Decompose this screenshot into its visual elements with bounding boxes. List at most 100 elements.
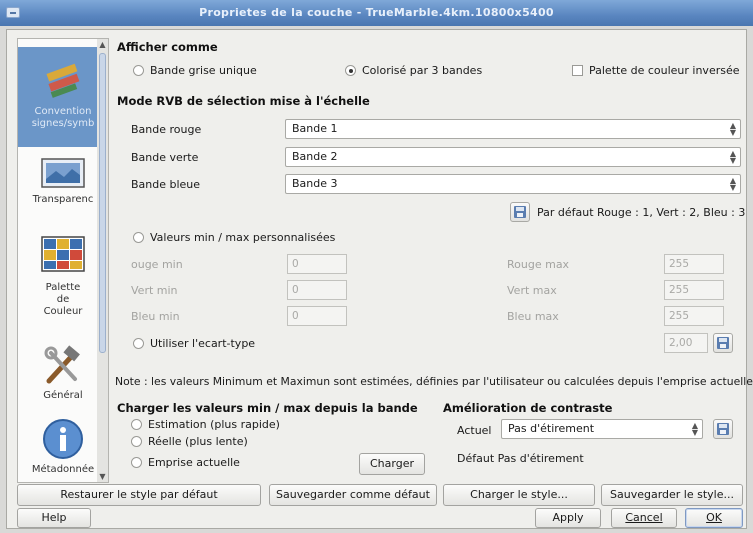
info-icon (43, 419, 83, 459)
invert-palette-checkbox[interactable]: Palette de couleur inversée (572, 64, 740, 77)
green-band-select[interactable]: Bande 2 ▲ ▼ (285, 147, 741, 167)
cancel-button[interactable]: Cancel (611, 508, 677, 528)
load-minmax-heading: Charger les valeurs min / max depuis la … (117, 401, 418, 415)
radio-indicator[interactable] (131, 436, 142, 447)
sidebar-scrollbar[interactable]: ▲ ▼ (97, 38, 109, 483)
green-max-field[interactable]: 255 (664, 280, 724, 300)
radio-label: Colorisé par 3 bandes (362, 64, 483, 77)
colormap-icon (41, 236, 85, 272)
radio-estimate[interactable]: Estimation (plus rapide) (131, 418, 280, 431)
red-min-field[interactable]: 0 (287, 254, 347, 274)
contrast-heading: Amélioration de contraste (443, 401, 613, 415)
radio-actual[interactable]: Réelle (plus lente) (131, 435, 248, 448)
radio-label: Réelle (plus lente) (148, 435, 248, 448)
red-max-field[interactable]: 255 (664, 254, 724, 274)
blue-max-field[interactable]: 255 (664, 306, 724, 326)
green-band-label: Bande verte (131, 151, 199, 164)
window-menu-icon[interactable] (6, 7, 20, 18)
checkbox-indicator[interactable] (572, 65, 583, 76)
contrast-current-label: Actuel (457, 424, 492, 437)
red-band-value: Bande 1 (292, 122, 338, 135)
help-button[interactable]: Help (17, 508, 91, 528)
save-style-button[interactable]: Sauvegarder le style... (601, 484, 743, 506)
note-text: Note : les valeurs Minimum et Maximun so… (115, 375, 753, 388)
green-min-field[interactable]: 0 (287, 280, 347, 300)
default-bands-button[interactable] (510, 202, 530, 222)
radio-label: Bande grise unique (150, 64, 257, 77)
radio-indicator[interactable] (133, 232, 144, 243)
green-min-label: Vert min (131, 284, 178, 297)
combo-arrows-icon: ▲ ▼ (729, 149, 736, 165)
rgb-mode-heading: Mode RVB de sélection mise à l'échelle (117, 94, 370, 108)
symbology-icon (46, 63, 80, 98)
save-icon (514, 206, 526, 218)
radio-label: Estimation (plus rapide) (148, 418, 280, 431)
red-max-label: Rouge max (507, 258, 570, 271)
sidebar-item-symbology[interactable]: Convention signes/symb (18, 47, 106, 147)
contrast-default-key: Défaut (457, 452, 495, 465)
tools-icon (44, 345, 80, 384)
radio-label: Valeurs min / max personnalisées (150, 231, 336, 244)
ok-button[interactable]: OK (685, 508, 743, 528)
radio-indicator[interactable] (131, 419, 142, 430)
blue-band-label: Bande bleue (131, 178, 201, 191)
default-bands-text: Par défaut Rouge : 1, Vert : 2, Bleu : 3 (537, 206, 746, 219)
radio-current-extent[interactable]: Emprise actuelle (131, 456, 240, 469)
radio-indicator[interactable] (133, 338, 144, 349)
sidebar-item-label: Convention signes/symb (31, 106, 95, 129)
radio-stddev[interactable]: Utiliser l'ecart-type (133, 337, 255, 350)
radio-indicator[interactable] (131, 457, 142, 468)
window-title: Proprietes de la couche - TrueMarble.4km… (199, 6, 554, 19)
display-as-heading: Afficher comme (117, 40, 218, 54)
radio-single-gray[interactable]: Bande grise unique (133, 64, 257, 77)
combo-arrows-icon: ▲ ▼ (729, 176, 736, 192)
red-band-select[interactable]: Bande 1 ▲ ▼ (285, 119, 741, 139)
sidebar-item-transparency[interactable]: Transparenc (18, 157, 106, 227)
radio-indicator[interactable] (133, 65, 144, 76)
stddev-spinbox[interactable]: 2,00 (664, 333, 708, 353)
window-titlebar: Proprietes de la couche - TrueMarble.4km… (0, 0, 753, 26)
checkbox-label: Palette de couleur inversée (589, 64, 740, 77)
radio-custom-minmax[interactable]: Valeurs min / max personnalisées (133, 231, 335, 244)
sidebar-item-label: Général (43, 390, 83, 401)
radio-label: Utiliser l'ecart-type (150, 337, 256, 350)
save-default-style-button[interactable]: Sauvegarder comme défaut (269, 484, 437, 506)
sidebar-item-colormap[interactable]: Palette de Couleur (18, 235, 106, 339)
green-band-value: Bande 2 (292, 150, 338, 163)
scrollbar-thumb[interactable] (99, 53, 106, 353)
apply-button[interactable]: Apply (535, 508, 601, 528)
red-min-label: ouge min (131, 258, 183, 271)
contrast-value: Pas d'étirement (508, 422, 595, 435)
blue-min-field[interactable]: 0 (287, 306, 347, 326)
red-band-label: Bande rouge (131, 123, 202, 136)
radio-label: Emprise actuelle (148, 456, 240, 469)
contrast-default-label: Défaut Pas d'étirement (457, 452, 584, 465)
combo-arrows-icon: ▲ ▼ (729, 121, 736, 137)
save-icon (717, 423, 729, 435)
blue-min-label: Bleu min (131, 310, 180, 323)
sidebar-item-general[interactable]: Général (18, 345, 106, 411)
sidebar-item-label: Palette de Couleur (43, 282, 83, 317)
save-icon (717, 337, 729, 349)
blue-max-label: Bleu max (507, 310, 559, 323)
load-style-button[interactable]: Charger le style... (443, 484, 595, 506)
sidebar-item-metadata[interactable]: Métadonnée (18, 417, 106, 482)
sidebar-item-label: Métadonnée (31, 464, 95, 475)
contrast-select[interactable]: Pas d'étirement ▲ ▼ (501, 419, 703, 439)
radio-rgb[interactable]: Colorisé par 3 bandes (345, 64, 482, 77)
radio-indicator[interactable] (345, 65, 356, 76)
sidebar: Convention signes/symb Transparenc Palet… (17, 38, 107, 483)
green-max-label: Vert max (507, 284, 557, 297)
load-minmax-button[interactable]: Charger (359, 453, 425, 475)
scroll-up-icon[interactable]: ▲ (97, 39, 108, 50)
blue-band-select[interactable]: Bande 3 ▲ ▼ (285, 174, 741, 194)
sidebar-item-label: Transparenc (32, 194, 94, 205)
transparency-icon (41, 158, 85, 188)
dialog-body: Convention signes/symb Transparenc Palet… (6, 29, 753, 529)
stddev-apply-button[interactable] (713, 333, 733, 353)
restore-style-button[interactable]: Restaurer le style par défaut (17, 484, 261, 506)
contrast-default-button[interactable] (713, 419, 733, 439)
scroll-down-icon[interactable]: ▼ (97, 471, 108, 482)
contrast-default-value: Pas d'étirement (497, 452, 584, 465)
combo-arrows-icon: ▲ ▼ (691, 421, 698, 437)
